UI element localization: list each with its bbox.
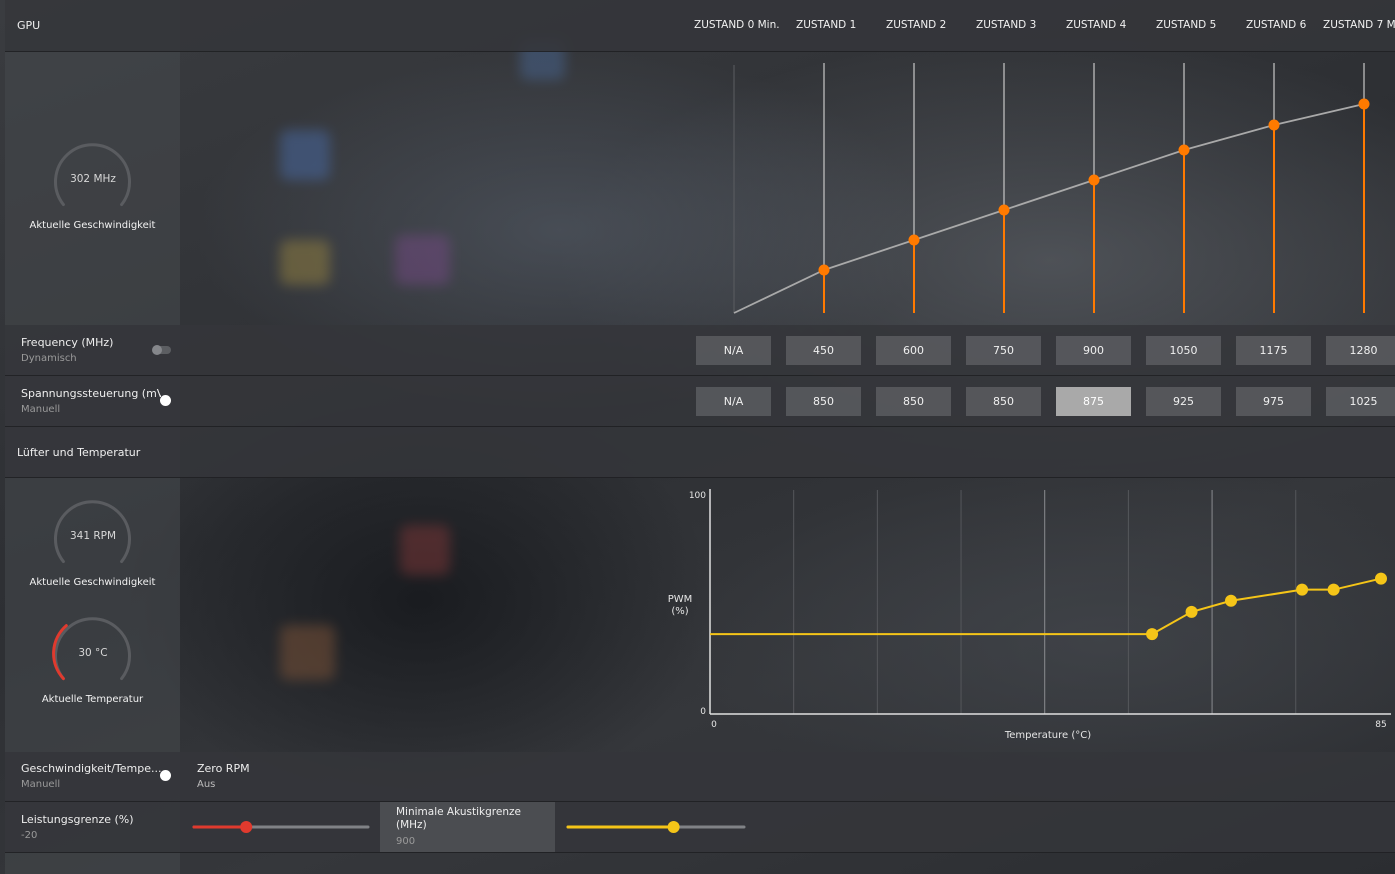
fan-section-header: Lüfter und Temperatur	[5, 427, 1395, 478]
frequency-curve-line	[733, 103, 1365, 314]
speed-temp-row	[5, 752, 1395, 802]
frequency-state-6-field[interactable]: 1175	[1236, 336, 1311, 365]
frequency-state-3-field[interactable]: 750	[966, 336, 1041, 365]
power-limit-slider-thumb	[240, 821, 253, 833]
power-limit-value: -20	[21, 830, 38, 841]
acoustic-limit-slider-thumb	[667, 821, 680, 833]
fan-chart-ylabel-pwm: PWM	[668, 594, 693, 605]
fan-curve-point	[1185, 605, 1198, 618]
fan-curve-point	[1375, 572, 1387, 585]
fan-chart-xlabel: Temperature (°C)	[1004, 730, 1091, 741]
voltage-state-0-field[interactable]: N/A	[696, 387, 771, 416]
voltage-state-1-field[interactable]: 850	[786, 387, 861, 416]
fan-curve-chart[interactable]: PWM (%) 100 0 0 85 Temperature (°C)	[660, 480, 1395, 745]
voltage-state-7-field[interactable]: 1025	[1326, 387, 1395, 416]
frequency-point	[1268, 119, 1280, 131]
power-limit-title: Leistungsgrenze (%)	[21, 813, 134, 826]
clock-speed-value: 302 MHz	[70, 173, 116, 185]
frequency-point	[908, 234, 920, 246]
fan-curve-point	[1225, 594, 1238, 607]
speed-temp-row-subtitle: Manuell	[21, 779, 61, 790]
fan-chart-x-max: 85	[1375, 720, 1386, 730]
fan-section-title: Lüfter und Temperatur	[17, 446, 141, 459]
frequency-state-1-field[interactable]: 450	[786, 336, 861, 365]
state-header-4: ZUSTAND 4	[1066, 19, 1127, 31]
fan-chart-ylabel-unit: (%)	[671, 606, 688, 617]
fan-rpm-caption: Aktuelle Geschwindigkeit	[29, 577, 156, 588]
frequency-state-7-field[interactable]: 1280	[1326, 336, 1395, 365]
zero-rpm-value[interactable]: Aus	[197, 779, 215, 790]
voltage-row-subtitle: Manuell	[21, 404, 61, 415]
frequency-state-2-field[interactable]: 600	[876, 336, 951, 365]
fan-chart-y-max: 100	[689, 491, 706, 501]
voltage-manual-toggle[interactable]	[160, 395, 171, 406]
frequency-point	[1088, 174, 1100, 186]
acoustic-limit-panel: Minimale Akustikgrenze (MHz) 900	[380, 802, 555, 852]
state-header-2: ZUSTAND 2	[886, 19, 947, 31]
clock-speed-caption: Aktuelle Geschwindigkeit	[29, 220, 156, 231]
frequency-dynamic-toggle[interactable]	[152, 345, 171, 355]
voltage-row-title: Spannungssteuerung (mV)	[21, 387, 161, 400]
voltage-state-4-field[interactable]: 875	[1056, 387, 1131, 416]
power-limit-slider[interactable]	[192, 817, 370, 837]
zero-rpm-title: Zero RPM	[197, 762, 250, 775]
fan-rpm-value: 341 RPM	[69, 530, 117, 542]
temperature-caption: Aktuelle Temperatur	[41, 694, 144, 705]
state-header-1: ZUSTAND 1	[796, 19, 857, 31]
frequency-row-subtitle: Dynamisch	[21, 353, 77, 364]
gpu-section-title: GPU	[17, 19, 41, 32]
fan-curve-point	[1296, 583, 1309, 596]
frequency-row-title: Frequency (MHz)	[21, 336, 114, 349]
acoustic-limit-title: Minimale Akustikgrenze	[396, 806, 521, 818]
frequency-point	[998, 204, 1010, 216]
frequency-state-0-field[interactable]: N/A	[696, 336, 771, 365]
state-header-5: ZUSTAND 5	[1156, 19, 1217, 31]
speed-temp-row-title: Geschwindigkeit/Tempe...	[21, 762, 161, 775]
voltage-state-5-field[interactable]: 925	[1146, 387, 1221, 416]
acoustic-limit-slider[interactable]	[566, 817, 746, 837]
voltage-state-3-field[interactable]: 850	[966, 387, 1041, 416]
state-header-7: ZUSTAND 7 Ma	[1323, 19, 1395, 31]
gpu-state-chart[interactable]	[700, 55, 1395, 320]
state-header-6: ZUSTAND 6	[1246, 19, 1307, 31]
fan-curve-line	[710, 577, 1382, 636]
temperature-value: 30 °C	[78, 647, 108, 659]
speed-temp-manual-toggle[interactable]	[160, 770, 171, 781]
frequency-point	[1178, 144, 1190, 156]
voltage-state-6-field[interactable]: 975	[1236, 387, 1311, 416]
fan-curve-point	[1146, 628, 1159, 641]
frequency-state-4-field[interactable]: 900	[1056, 336, 1131, 365]
voltage-state-2-field[interactable]: 850	[876, 387, 951, 416]
fan-curve-point	[1327, 583, 1340, 596]
frequency-point	[1358, 98, 1370, 110]
fan-chart-y-min: 0	[700, 707, 706, 717]
fan-chart-x-min: 0	[711, 720, 717, 730]
acoustic-limit-unit: (MHz)	[396, 819, 427, 831]
state-header-3: ZUSTAND 3	[976, 19, 1037, 31]
frequency-point	[818, 264, 830, 276]
frequency-state-5-field[interactable]: 1050	[1146, 336, 1221, 365]
acoustic-limit-value: 900	[396, 836, 416, 847]
state-header-0: ZUSTAND 0 Min.	[694, 19, 780, 31]
